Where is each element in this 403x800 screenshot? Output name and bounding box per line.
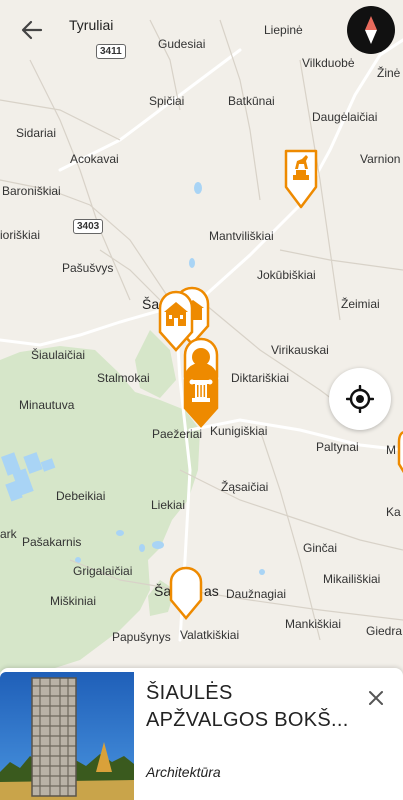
place-label: Mikailiškiai [323,572,381,586]
place-label: as [204,583,219,599]
place-label: Miškiniai [50,594,97,608]
place-label: ark [0,527,17,541]
map-pin-manor[interactable] [158,290,194,352]
place-label: Minautuva [19,398,75,412]
place-label: Ša [142,296,160,312]
place-label: ioriškiai [0,228,41,242]
place-label: Valatkiškiai [180,628,240,642]
place-label: Paltynai [316,440,359,454]
place-label: Pašušvys [62,261,114,275]
place-label: Mankiškiai [285,617,342,631]
place-label: Paežeriai [152,427,203,441]
place-preview-card[interactable]: ŠIAULĖS APŽVALGOS BOKŠ... Architektūra [0,668,403,800]
map-pin-architecture[interactable] [183,362,219,428]
place-label: Žinė [377,66,401,80]
place-label: Debeikiai [56,489,106,503]
map-pin-edge[interactable] [397,430,403,476]
place-label: Jokūbiškiai [257,268,316,282]
compass-button[interactable] [347,6,395,54]
place-label: Daugėlaičiai [312,110,378,124]
place-label: Gudesiai [158,37,206,51]
place-label: Ka [386,505,401,519]
place-label: Acokavai [70,152,119,166]
place-label: Mantviliškiai [209,229,274,243]
compass-icon [365,16,377,44]
place-label: Stalmokai [97,371,150,385]
place-label: Žeimiai [341,297,380,311]
place-category: Architektūra [146,764,221,780]
place-label: Virikauskai [271,343,329,357]
place-label: Pašakarnis [22,535,82,549]
map-pin-selected[interactable] [169,566,203,620]
place-thumbnail[interactable] [0,672,134,800]
my-location-button[interactable] [329,368,391,430]
map-pin-monument[interactable] [284,149,318,209]
close-icon [369,691,383,705]
place-label: Diktariškiai [231,371,290,385]
place-label: Giedra [366,624,403,638]
place-label: Batkūnai [228,94,275,108]
arrow-left-icon [21,20,43,40]
place-label: Varnion [360,152,401,166]
place-label: Vilkduobė [302,56,355,70]
place-label: Spičiai [149,94,185,108]
place-label: Sidariai [16,126,57,140]
back-button[interactable] [14,12,50,48]
place-title[interactable]: ŠIAULĖS APŽVALGOS BOKŠ... [146,680,356,734]
crosshair-icon [346,385,374,413]
place-label: Papušynys [112,630,171,644]
place-label: M [386,443,396,457]
place-label: Tyruliai [69,17,114,33]
place-label: Žąsaičiai [221,480,269,494]
route-number-badge: 3411 [96,44,126,59]
place-label: Liekiai [151,498,186,512]
place-label: Daužnagiai [226,587,287,601]
place-label: Ginčai [303,541,338,555]
place-label: Liepinė [264,23,303,37]
place-label: Šiaulaičiai [31,348,86,362]
route-number-badge: 3403 [73,219,104,234]
close-card-button[interactable] [362,684,390,712]
place-label: Grigalaičiai [73,564,133,578]
place-label: Baroniškiai [2,184,61,198]
